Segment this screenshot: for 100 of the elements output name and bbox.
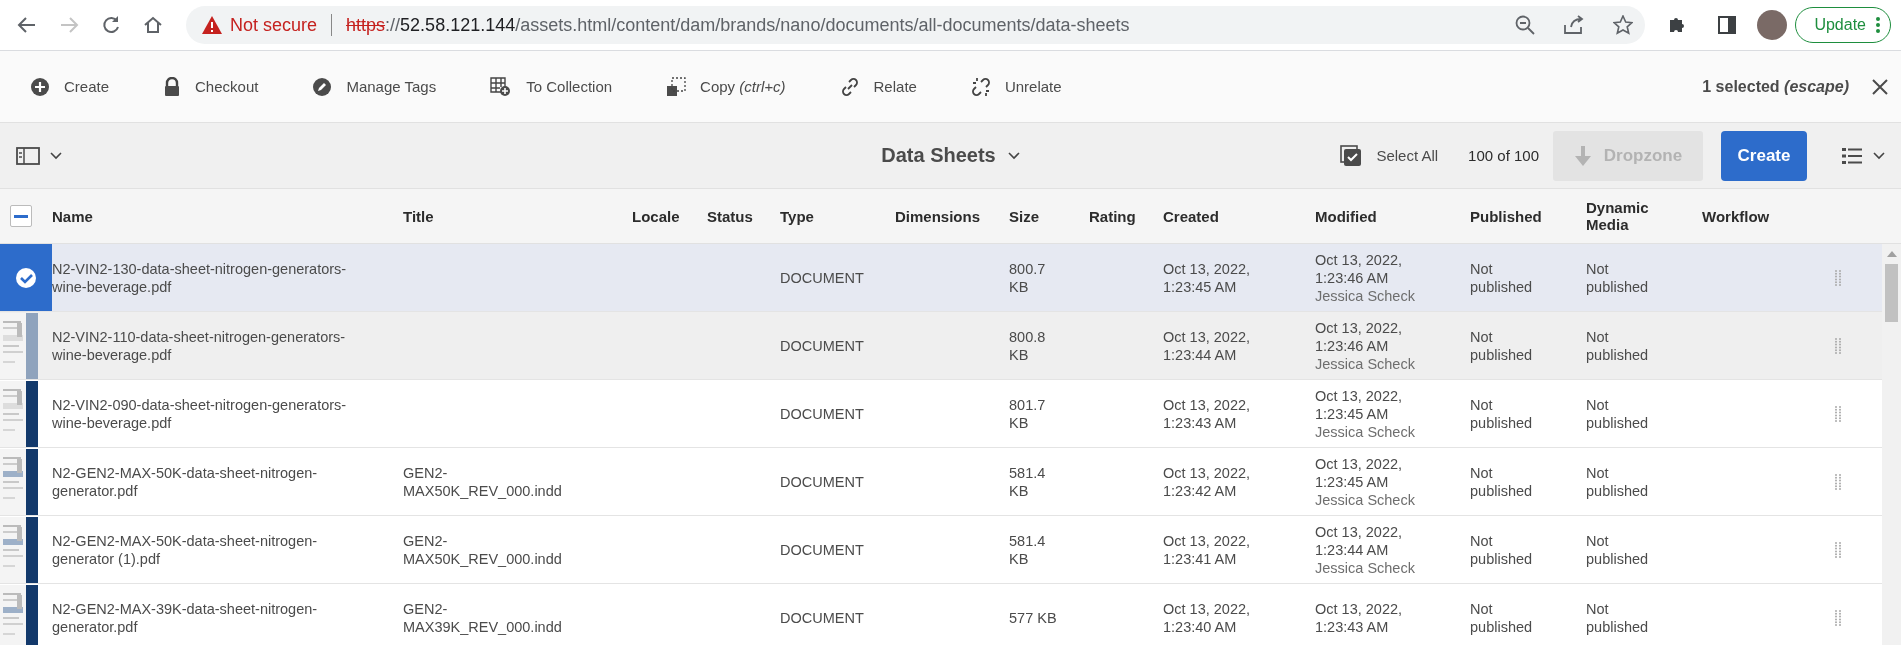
table-cell-text: DOCUMENT [780,268,865,287]
table-cell-text: Oct 13, 2022, 1:23:43 AM [1163,395,1252,432]
table-row[interactable]: N2-VIN2-090-data-sheet-nitrogen-generators-wine-beverage.pdf DOCUMENT 801.7 KB Oct 13, 2022, 1:23:43 AM Oct 13, 2022, 1:23:45 AM Jessica Scheck Not published Not published [0,380,1882,448]
lock-icon [163,76,182,97]
table-cell-text: Not published [1470,531,1534,568]
item-count: 100 of 100 [1468,147,1539,164]
table-row[interactable]: N2-GEN2-MAX-50K-data-sheet-nitrogen-generator (1).pdf GEN2-MAX50K_REV_000.indd DOCUMENT 581.4 KB Oct 13, 2022, 1:23:41 AM Oct 13, 2022, 1:23:44 AM Jessica Scheck Not published Not published [0,516,1882,584]
drag-handle-icon[interactable] [1834,404,1842,423]
table-cell-text: Not published [1470,599,1534,636]
drag-handle-icon[interactable] [1834,472,1842,491]
rail-toggle-button[interactable] [16,145,62,166]
drag-handle-icon[interactable] [1834,336,1842,355]
table-cell-text: Not published [1586,531,1650,568]
table-cell-text: GEN2-MAX39K_REV_000.indd [403,599,563,636]
table-cell-text: N2-GEN2-MAX-39K-data-sheet-nitrogen-generator.pdf [52,599,319,636]
table-cell-text: Not published [1470,327,1534,364]
caret-icon [50,151,62,160]
table-cell-text: Oct 13, 2022, 1:23:44 AM [1315,522,1404,559]
column-header[interactable]: Workflow [1702,207,1901,225]
table-cell-text: Not published [1586,463,1650,500]
scrollbar-thumb[interactable] [1885,264,1898,322]
star-icon[interactable] [1613,15,1634,35]
column-header[interactable]: Published [1470,207,1586,225]
column-header[interactable]: Size [1009,207,1089,225]
table-cell-text: Oct 13, 2022, 1:23:45 AM [1315,454,1404,491]
toolbar-action[interactable]: To Collection [490,76,613,97]
toolbar-action[interactable]: Relate [839,76,917,97]
toolbar-action[interactable]: Checkout [163,76,259,97]
toolbar-action[interactable]: Create [30,76,110,97]
column-header[interactable]: Dynamic Media [1586,199,1702,233]
table-cell-text: 800.8 KB [1009,327,1047,364]
caret-icon [1873,151,1885,160]
zoom-out-icon[interactable] [1515,15,1536,35]
copy-icon [666,76,687,97]
selection-count: 1 selected (escape) [1702,77,1849,96]
column-header[interactable]: Rating [1089,207,1163,225]
column-header[interactable]: Type [780,207,895,225]
table-cell-text: Not published [1470,259,1534,296]
share-icon[interactable] [1563,15,1586,35]
table-cell-text: 581.4 KB [1009,531,1047,568]
folder-title-dropdown[interactable]: Data Sheets [875,143,1026,168]
table-cell-text: Not published [1470,463,1534,500]
select-all-button[interactable]: Select All [1340,144,1439,167]
column-header[interactable]: Modified [1315,207,1470,225]
close-button[interactable] [1871,77,1889,96]
table-cell-text: DOCUMENT [780,404,865,423]
table-row[interactable]: N2-GEN2-MAX-50K-data-sheet-nitrogen-generator.pdf GEN2-MAX50K_REV_000.indd DOCUMENT 581.4 KB Oct 13, 2022, 1:23:42 AM Oct 13, 2022, 1:23:45 AM Jessica Scheck Not published Not published [0,448,1882,516]
view-switcher-button[interactable] [1841,145,1885,166]
plus-circle-icon [30,76,50,97]
toolbar-action[interactable]: Copy (ctrl+c) [666,76,786,97]
column-header[interactable]: Status [707,207,780,225]
table-cell-text: 800.7 KB [1009,259,1047,296]
column-header[interactable]: Name [52,207,403,225]
download-icon [1573,144,1592,167]
update-button[interactable]: Update [1795,7,1891,43]
table-cell-text: DOCUMENT [780,608,865,627]
table-cell-text: Oct 13, 2022, 1:23:41 AM [1163,531,1252,568]
drag-handle-icon[interactable] [1834,268,1842,287]
home-icon [143,15,163,35]
table-cell-text: GEN2-MAX50K_REV_000.indd [403,531,563,568]
column-header[interactable]: Title [403,207,632,225]
side-panel-icon[interactable] [1717,15,1738,35]
column-header[interactable]: Dimensions [895,207,1009,225]
column-header[interactable]: Locale [632,207,707,225]
column-header[interactable]: Created [1163,207,1315,225]
table-row[interactable]: N2-VIN2-110-data-sheet-nitrogen-generators-wine-beverage.pdf DOCUMENT 800.8 KB Oct 13, 2022, 1:23:44 AM Oct 13, 2022, 1:23:46 AM Jessica Scheck Not published Not published [0,312,1882,380]
forward-arrow-icon [59,15,79,35]
user-name: Jessica Scheck [1315,422,1416,441]
selected-check-icon[interactable] [0,244,52,311]
more-icon [1876,17,1880,33]
table-cell-text: N2-VIN2-090-data-sheet-nitrogen-generators-wine-beverage.pdf [52,395,348,432]
table-cell-text: N2-VIN2-110-data-sheet-nitrogen-generators-wine-beverage.pdf [52,327,347,364]
toolbar-action[interactable]: Unrelate [970,76,1062,97]
table-cell-text: Oct 13, 2022, 1:23:43 AM [1315,599,1404,636]
avatar[interactable] [1757,10,1788,40]
checkbox-icon [1340,144,1363,167]
table-cell-text: Not published [1586,395,1650,432]
toolbar-action[interactable]: Manage Tags [312,76,437,97]
reload-icon [101,15,121,35]
user-name: Jessica Scheck [1315,354,1416,373]
table-cell-text: DOCUMENT [780,336,865,355]
table-cell-text: N2-GEN2-MAX-50K-data-sheet-nitrogen-generator.pdf [52,463,319,500]
table-cell-text: Not published [1586,259,1650,296]
create-button[interactable]: Create [1721,130,1807,181]
address-bar[interactable]: Not secure https://52.58.121.144/assets.html/content/dam/brands/nano/documents/all-documents/data-sheets [186,6,1646,44]
table-row[interactable]: N2-VIN2-130-data-sheet-nitrogen-generators-wine-beverage.pdf DOCUMENT 800.7 KB Oct 13, 2022, 1:23:45 AM Oct 13, 2022, 1:23:46 AM Jessica Scheck Not published Not published [0,244,1882,312]
user-name: Jessica Scheck [1315,558,1416,577]
table-cell-text: DOCUMENT [780,472,865,491]
user-name: Jessica Scheck [1315,286,1416,305]
header-checkbox[interactable] [10,205,32,227]
drag-handle-icon[interactable] [1834,540,1842,559]
drag-handle-icon[interactable] [1834,608,1842,627]
back-arrow-icon [17,15,37,35]
table-cell-text: Oct 13, 2022, 1:23:45 AM [1163,259,1252,296]
security-warning[interactable]: Not secure [230,14,318,36]
table-cell-text: Oct 13, 2022, 1:23:40 AM [1163,599,1252,636]
pencil-circle-icon [312,76,333,97]
broken-link-icon [970,76,991,97]
table-cell-text: Oct 13, 2022, 1:23:46 AM [1315,318,1404,355]
caret-icon [1007,151,1020,160]
